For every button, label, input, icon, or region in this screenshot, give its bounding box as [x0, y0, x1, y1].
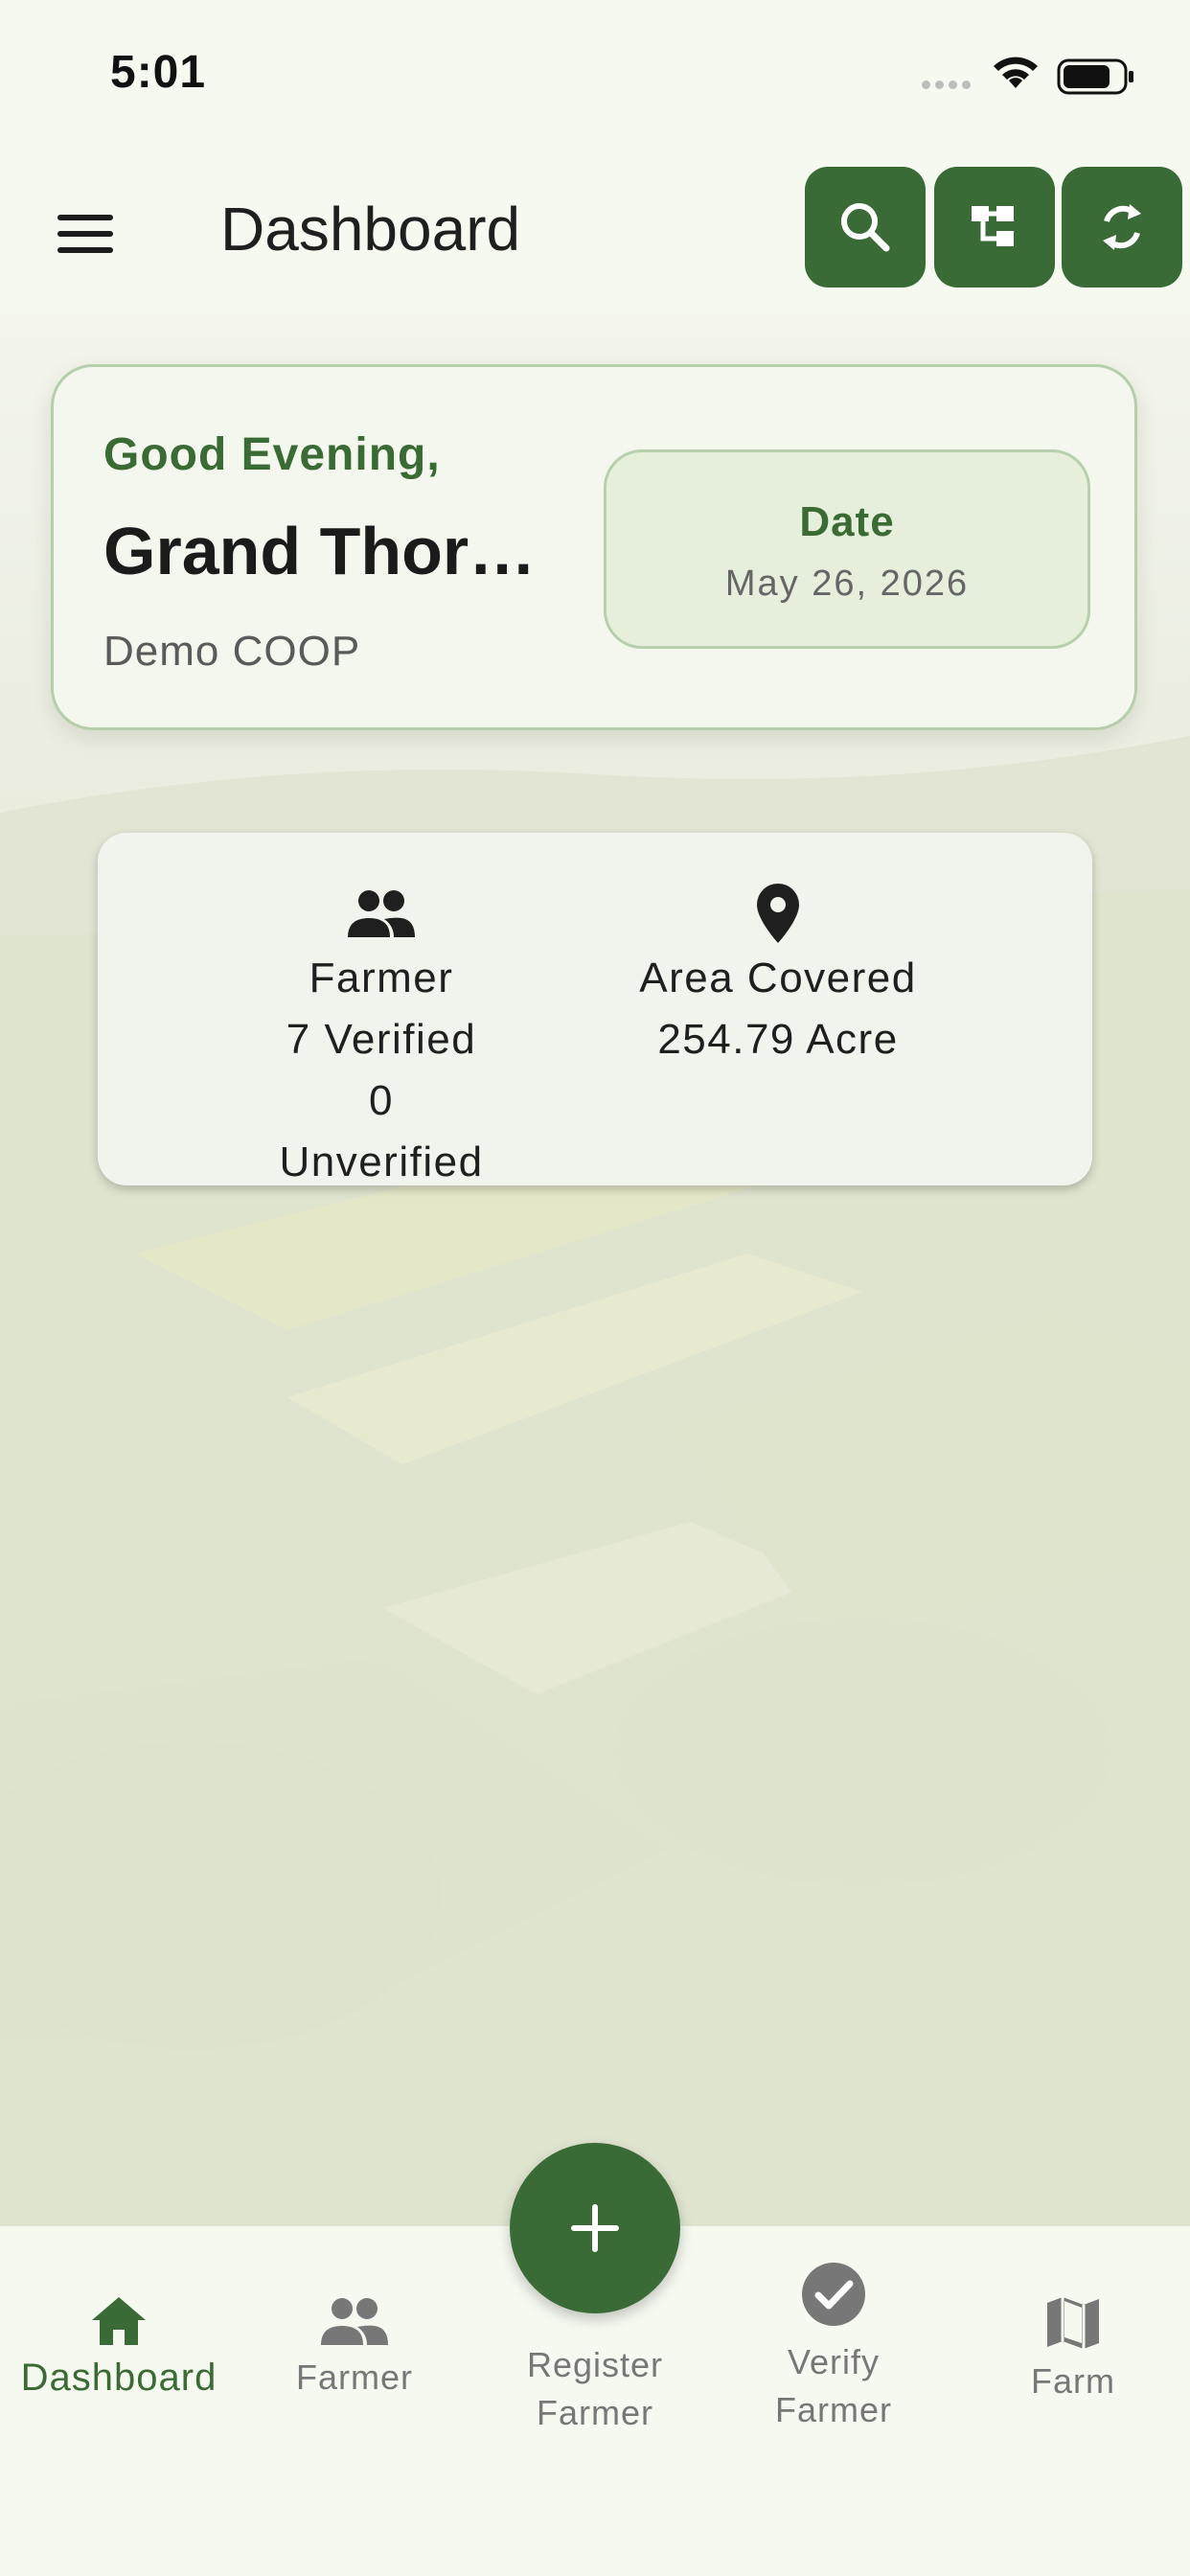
farmer-unverified-count: 0 Unverified — [279, 1077, 484, 1185]
people-icon — [348, 890, 415, 937]
battery-icon — [1057, 58, 1133, 95]
date-value: May 26, 2026 — [724, 564, 970, 604]
app-bar: Dashboard — [0, 153, 1190, 314]
area-value: 254.79 Acre — [657, 1016, 899, 1063]
search-icon — [841, 203, 890, 252]
people-icon — [321, 2298, 388, 2345]
menu-icon[interactable] — [46, 199, 126, 268]
nav-verify-farmer[interactable]: Verify Farmer — [728, 2261, 939, 2434]
wifi-icon — [994, 57, 1038, 88]
sync-icon — [1103, 204, 1141, 250]
nav-farm[interactable]: Farm — [968, 2293, 1179, 2405]
nav-register-farmer[interactable]: Register Farmer — [489, 2341, 701, 2437]
nav-register-label-2: Farmer — [537, 2393, 653, 2432]
search-button[interactable] — [805, 167, 926, 288]
home-icon — [92, 2297, 146, 2345]
date-label: Date — [799, 498, 895, 545]
user-name: Grand Thor… — [103, 514, 537, 588]
register-farmer-fab[interactable] — [510, 2143, 680, 2313]
area-stat[interactable]: Area Covered 254.79 Acre — [634, 879, 922, 1070]
farmer-label: Farmer — [309, 954, 454, 1001]
area-label: Area Covered — [639, 954, 917, 1001]
nav-verify-label-2: Farmer — [775, 2390, 892, 2429]
hierarchy-icon — [972, 206, 1014, 246]
farmer-verified-count: 7 Verified — [286, 1016, 477, 1063]
nav-register-label-1: Register — [526, 2345, 664, 2384]
nav-dashboard[interactable]: Dashboard — [8, 2293, 230, 2402]
check-circle-icon — [802, 2263, 865, 2326]
greeting-card: Good Evening, Grand Thor… Demo COOP Date… — [51, 364, 1137, 730]
location-pin-icon — [757, 884, 799, 943]
status-time: 5:01 — [110, 47, 207, 98]
nav-farmer-label: Farmer — [296, 2358, 413, 2397]
nav-farmer[interactable]: Farmer — [249, 2293, 460, 2402]
farmer-stat[interactable]: Farmer 7 Verified 0 Unverified — [266, 879, 496, 1193]
stats-card: Farmer 7 Verified 0 Unverified Area Cove… — [98, 833, 1092, 1185]
hierarchy-button[interactable] — [934, 167, 1055, 288]
nav-farm-label: Farm — [1031, 2361, 1115, 2401]
sync-button[interactable] — [1062, 167, 1182, 288]
date-box: Date May 26, 2026 — [604, 449, 1090, 649]
map-icon — [1047, 2297, 1099, 2349]
cellular-signal-icon — [922, 80, 971, 89]
organization-name: Demo COOP — [103, 628, 361, 675]
nav-verify-label-1: Verify — [787, 2342, 881, 2381]
page-title: Dashboard — [220, 195, 521, 264]
nav-dashboard-label: Dashboard — [20, 2357, 217, 2399]
plus-icon — [571, 2204, 619, 2252]
greeting-text: Good Evening, — [103, 429, 441, 480]
status-bar: 5:01 — [0, 0, 1190, 153]
